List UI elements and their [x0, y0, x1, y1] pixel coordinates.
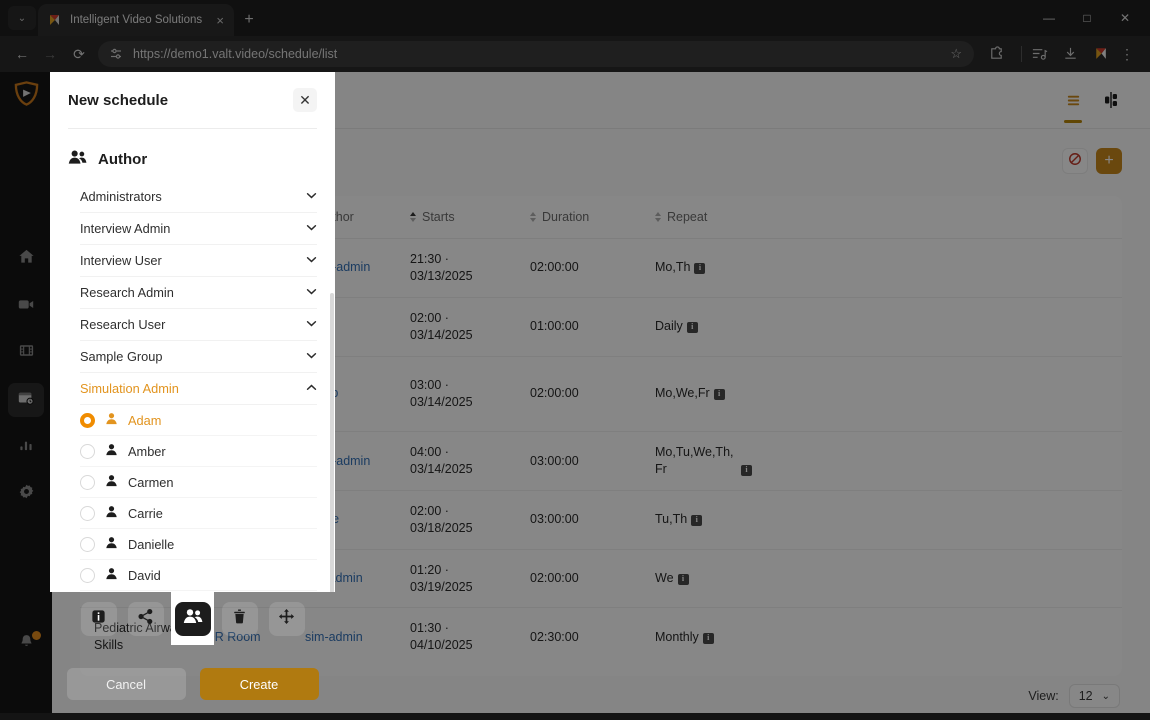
person-icon: [105, 505, 118, 521]
person-icon: [105, 567, 118, 583]
group-label: Research User: [80, 317, 166, 332]
window-bottom-bar: [0, 713, 1150, 720]
dialog-scrollbar[interactable]: [330, 181, 335, 592]
info-icon: [90, 608, 107, 630]
person-icon: [105, 536, 118, 552]
author-section-header: Author: [50, 129, 335, 181]
group-row-simulation-admin[interactable]: Simulation Admin: [80, 373, 317, 405]
user-row-carrie[interactable]: Carrie: [80, 498, 317, 529]
user-label: David: [128, 567, 161, 583]
tab-author[interactable]: [174, 601, 211, 636]
people-icon: [68, 149, 87, 169]
group-row-research-admin[interactable]: Research Admin: [80, 277, 317, 309]
radio-button[interactable]: [80, 505, 95, 521]
chevron-down-icon: [306, 319, 317, 330]
create-button[interactable]: Create: [199, 668, 319, 700]
cancel-button[interactable]: Cancel: [66, 668, 186, 700]
radio-button-selected[interactable]: [80, 412, 95, 428]
tab-details[interactable]: [80, 601, 117, 636]
person-icon: [105, 474, 118, 490]
group-row-administrators[interactable]: Administrators: [80, 181, 317, 213]
user-label: Amber: [128, 443, 166, 459]
dialog-tab-bar: [50, 592, 335, 645]
user-row-adam[interactable]: Adam: [80, 405, 317, 436]
scrollbar-thumb[interactable]: [330, 293, 334, 592]
author-section-label: Author: [98, 150, 148, 168]
user-label: Adam: [128, 412, 162, 428]
user-label: Carmen: [128, 474, 174, 490]
person-icon: [105, 443, 118, 459]
group-row-sample-group[interactable]: Sample Group: [80, 341, 317, 373]
user-row-david[interactable]: David: [80, 560, 317, 591]
chevron-down-icon: [306, 287, 317, 298]
chevron-down-icon: [306, 191, 317, 202]
group-label: Administrators: [80, 189, 162, 204]
chevron-down-icon: [306, 255, 317, 266]
trash-icon: [231, 608, 248, 630]
user-row-carmen[interactable]: Carmen: [80, 467, 317, 498]
group-label: Interview User: [80, 253, 162, 268]
chevron-down-icon: [306, 351, 317, 362]
user-row-danielle[interactable]: Danielle: [80, 529, 317, 560]
chevron-down-icon: [306, 223, 317, 234]
user-label: Carrie: [128, 505, 163, 521]
app-root: ⌄ Intelligent Video Solutions × + — □ ✕ …: [0, 0, 1150, 720]
radio-button[interactable]: [80, 474, 95, 490]
tab-move[interactable]: [268, 601, 305, 636]
share-icon: [137, 608, 154, 630]
dialog-header: New schedule ✕: [50, 72, 335, 128]
new-schedule-dialog: New schedule ✕ Author Administrators Int…: [50, 72, 335, 592]
group-row-interview-user[interactable]: Interview User: [80, 245, 317, 277]
user-label: Danielle: [128, 536, 175, 552]
move-icon: [278, 608, 295, 630]
group-label: Research Admin: [80, 285, 174, 300]
tab-share[interactable]: [127, 601, 164, 636]
close-icon[interactable]: ✕: [293, 88, 317, 112]
people-icon: [183, 608, 203, 629]
radio-button[interactable]: [80, 443, 95, 459]
group-row-research-user[interactable]: Research User: [80, 309, 317, 341]
radio-button[interactable]: [80, 567, 95, 583]
group-label: Simulation Admin: [80, 381, 179, 396]
group-label: Interview Admin: [80, 221, 171, 236]
radio-button[interactable]: [80, 536, 95, 552]
chevron-up-icon: [306, 383, 317, 394]
dialog-footer: Cancel Create: [50, 648, 335, 720]
user-row-amber[interactable]: Amber: [80, 436, 317, 467]
tab-delete[interactable]: [221, 601, 258, 636]
author-group-list[interactable]: Administrators Interview Admin Interview…: [50, 181, 335, 592]
dialog-title: New schedule: [68, 91, 169, 109]
group-row-interview-admin[interactable]: Interview Admin: [80, 213, 317, 245]
group-label: Sample Group: [80, 349, 163, 364]
person-icon: [105, 412, 118, 428]
